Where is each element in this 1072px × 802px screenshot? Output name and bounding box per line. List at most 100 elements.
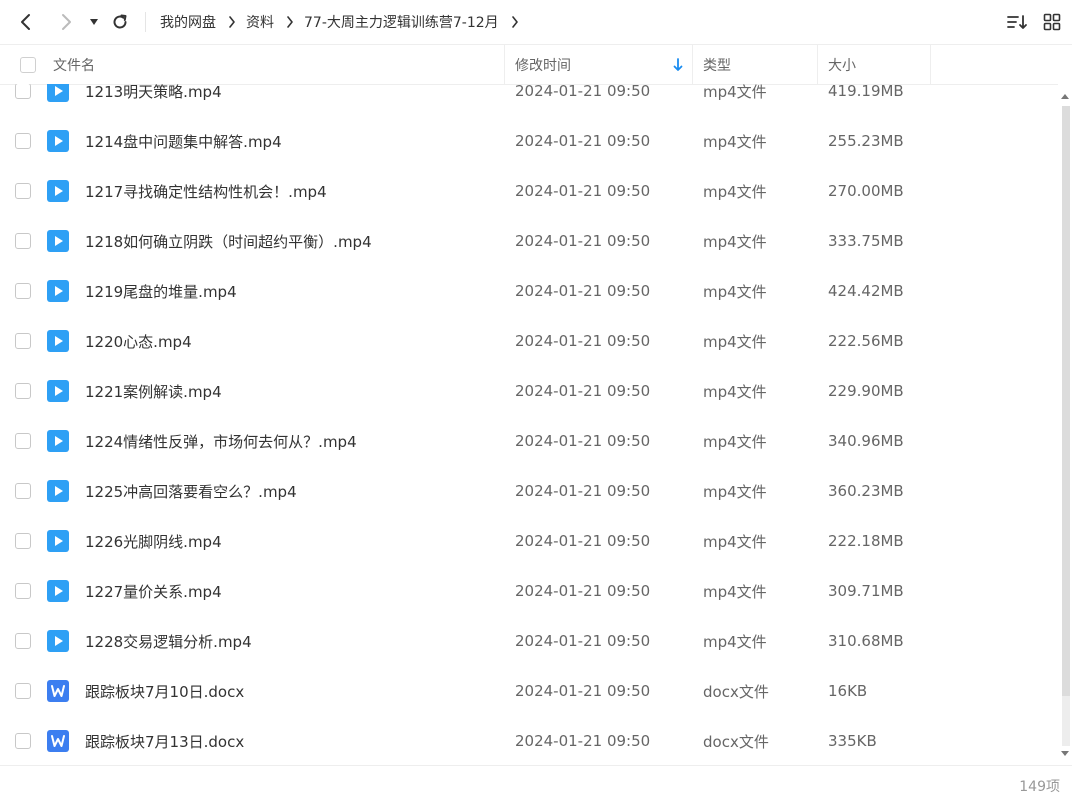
breadcrumb-item-current[interactable]: 77-大周主力逻辑训练营7-12月 [304, 12, 499, 32]
file-name[interactable]: 1217寻找确定性结构性机会！.mp4 [85, 166, 327, 216]
sort-button[interactable] [1004, 8, 1030, 36]
row-checkbox[interactable] [15, 116, 31, 166]
row-checkbox[interactable] [15, 216, 31, 266]
file-name[interactable]: 1220心态.mp4 [85, 316, 192, 366]
row-checkbox[interactable] [15, 466, 31, 516]
file-modified-time: 2024-01-21 09:50 [515, 682, 651, 700]
row-checkbox[interactable] [15, 266, 31, 316]
refresh-button[interactable] [108, 8, 132, 36]
row-checkbox[interactable] [15, 516, 31, 566]
video-file-icon [47, 566, 69, 616]
file-size: 340.96MB [828, 432, 904, 450]
file-row[interactable]: 1213明天策略.mp4 2024-01-21 09:50 mp4文件 419.19M… [0, 84, 1058, 116]
video-file-icon [47, 516, 69, 566]
file-row[interactable]: 1221案例解读.mp4 2024-01-21 09:50 mp4文件 229.90M… [0, 366, 1058, 416]
scroll-down-icon[interactable] [1060, 750, 1070, 758]
file-type: mp4文件 [703, 382, 767, 401]
word-file-icon [47, 666, 69, 716]
file-row[interactable]: 1217寻找确定性结构性机会！.mp4 2024-01-21 09:50 mp4文件… [0, 166, 1058, 216]
file-name[interactable]: 1219尾盘的堆量.mp4 [85, 266, 237, 316]
video-file-icon [47, 216, 69, 266]
status-bar: 149项 [0, 765, 1072, 802]
file-row[interactable]: 1214盘中问题集中解答.mp4 2024-01-21 09:50 mp4文件 255… [0, 116, 1058, 166]
file-size: 333.75MB [828, 232, 904, 250]
file-type: mp4文件 [703, 132, 767, 151]
file-modified-time: 2024-01-21 09:50 [515, 632, 651, 650]
file-row[interactable]: 1219尾盘的堆量.mp4 2024-01-21 09:50 mp4文件 424.42… [0, 266, 1058, 316]
file-row[interactable]: 跟踪板块7月13日.docx 2024-01-21 09:50 docx文件 335K… [0, 716, 1058, 765]
column-header-size[interactable]: 大小 [828, 45, 856, 84]
row-checkbox[interactable] [15, 616, 31, 666]
file-size: 419.19MB [828, 84, 904, 100]
row-checkbox[interactable] [15, 666, 31, 716]
row-checkbox[interactable] [15, 716, 31, 765]
select-all-checkbox[interactable] [20, 45, 36, 84]
column-header-name[interactable]: 文件名 [53, 45, 95, 84]
vertical-scrollbar[interactable] [1058, 84, 1072, 765]
breadcrumb-item-root[interactable]: 我的网盘 [160, 12, 216, 32]
file-size: 16KB [828, 682, 868, 700]
grid-view-button[interactable] [1040, 8, 1064, 36]
file-name[interactable]: 1213明天策略.mp4 [85, 84, 222, 116]
file-name[interactable]: 1218如何确立阴跌（时间超约平衡）.mp4 [85, 216, 372, 266]
breadcrumb: 我的网盘 资料 77-大周主力逻辑训练营7-12月 [160, 0, 529, 44]
grid-view-icon [1043, 13, 1061, 31]
toolbar: 我的网盘 资料 77-大周主力逻辑训练营7-12月 [0, 0, 1072, 44]
file-name[interactable]: 跟踪板块7月13日.docx [85, 716, 244, 765]
file-row[interactable]: 1220心态.mp4 2024-01-21 09:50 mp4文件 222.56MB [0, 316, 1058, 366]
file-size: 309.71MB [828, 582, 904, 600]
file-modified-time: 2024-01-21 09:50 [515, 182, 651, 200]
file-row[interactable]: 1218如何确立阴跌（时间超约平衡）.mp4 2024-01-21 09:50 mp… [0, 216, 1058, 266]
video-file-icon [47, 366, 69, 416]
file-modified-time: 2024-01-21 09:50 [515, 482, 651, 500]
file-type: mp4文件 [703, 632, 767, 651]
forward-button[interactable] [54, 8, 78, 36]
back-button[interactable] [14, 8, 38, 36]
file-size: 424.42MB [828, 282, 904, 300]
file-modified-time: 2024-01-21 09:50 [515, 732, 651, 750]
video-file-icon [47, 266, 69, 316]
file-size: 229.90MB [828, 382, 904, 400]
file-row[interactable]: 1225冲高回落要看空么？.mp4 2024-01-21 09:50 mp4文件 36… [0, 466, 1058, 516]
file-name[interactable]: 1228交易逻辑分析.mp4 [85, 616, 252, 666]
chevron-right-icon [286, 16, 294, 28]
history-dropdown-button[interactable] [86, 8, 102, 36]
row-checkbox[interactable] [15, 416, 31, 466]
column-divider [817, 45, 818, 84]
file-name[interactable]: 1226光脚阴线.mp4 [85, 516, 222, 566]
file-name[interactable]: 1227量价关系.mp4 [85, 566, 222, 616]
file-modified-time: 2024-01-21 09:50 [515, 84, 651, 100]
file-row[interactable]: 1224情绪性反弹，市场何去何从？.mp4 2024-01-21 09:50 mp4… [0, 416, 1058, 466]
file-row[interactable]: 1227量价关系.mp4 2024-01-21 09:50 mp4文件 309.71M… [0, 566, 1058, 616]
column-header-type[interactable]: 类型 [703, 45, 731, 84]
row-checkbox[interactable] [15, 84, 31, 116]
file-name[interactable]: 1224情绪性反弹，市场何去何从？.mp4 [85, 416, 357, 466]
file-modified-time: 2024-01-21 09:50 [515, 332, 651, 350]
scrollbar-track[interactable] [1062, 106, 1070, 746]
video-file-icon [47, 84, 69, 116]
file-row[interactable]: 1226光脚阴线.mp4 2024-01-21 09:50 mp4文件 222.18M… [0, 516, 1058, 566]
breadcrumb-expand-button[interactable] [511, 16, 519, 28]
sort-descending-icon[interactable] [673, 45, 683, 84]
breadcrumb-item-materials[interactable]: 资料 [246, 12, 274, 32]
file-type: mp4文件 [703, 232, 767, 251]
file-name[interactable]: 1225冲高回落要看空么？.mp4 [85, 466, 297, 516]
row-checkbox[interactable] [15, 166, 31, 216]
row-checkbox[interactable] [15, 366, 31, 416]
row-checkbox[interactable] [15, 566, 31, 616]
video-file-icon [47, 316, 69, 366]
file-modified-time: 2024-01-21 09:50 [515, 282, 651, 300]
file-row[interactable]: 1228交易逻辑分析.mp4 2024-01-21 09:50 mp4文件 310.6… [0, 616, 1058, 666]
scrollbar-thumb[interactable] [1062, 106, 1070, 696]
file-name[interactable]: 1221案例解读.mp4 [85, 366, 222, 416]
file-type: mp4文件 [703, 182, 767, 201]
file-name[interactable]: 跟踪板块7月10日.docx [85, 666, 244, 716]
row-checkbox[interactable] [15, 316, 31, 366]
column-header-time[interactable]: 修改时间 [515, 45, 571, 84]
file-name[interactable]: 1214盘中问题集中解答.mp4 [85, 116, 282, 166]
file-size: 255.23MB [828, 132, 904, 150]
scroll-up-icon[interactable] [1060, 92, 1070, 100]
file-row[interactable]: 跟踪板块7月10日.docx 2024-01-21 09:50 docx文件 16KB [0, 666, 1058, 716]
file-modified-time: 2024-01-21 09:50 [515, 382, 651, 400]
chevron-right-icon [62, 14, 71, 30]
